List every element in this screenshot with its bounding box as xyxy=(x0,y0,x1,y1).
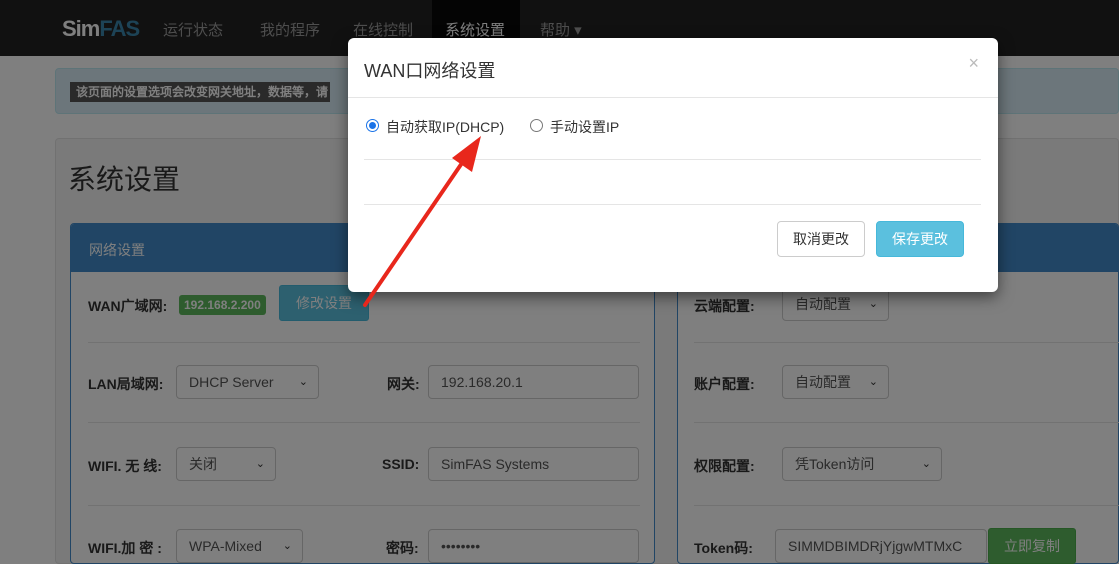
modal-footer-divider xyxy=(364,204,981,205)
wan-settings-modal: WAN口网络设置 × 自动获取IP(DHCP) 手动设置IP 取消更改 保存更改 xyxy=(348,38,998,292)
radio-dhcp-label[interactable]: 自动获取IP(DHCP) xyxy=(386,117,504,137)
modal-title: WAN口网络设置 xyxy=(364,61,496,81)
close-icon[interactable]: × xyxy=(968,53,979,74)
radio-dhcp[interactable] xyxy=(366,119,379,132)
save-button[interactable]: 保存更改 xyxy=(876,221,964,257)
radio-manual-ip[interactable] xyxy=(530,119,543,132)
modal-body-divider xyxy=(364,159,981,160)
radio-manual-ip-label[interactable]: 手动设置IP xyxy=(550,117,619,137)
cancel-button[interactable]: 取消更改 xyxy=(777,221,865,257)
modal-header-divider xyxy=(348,97,998,98)
